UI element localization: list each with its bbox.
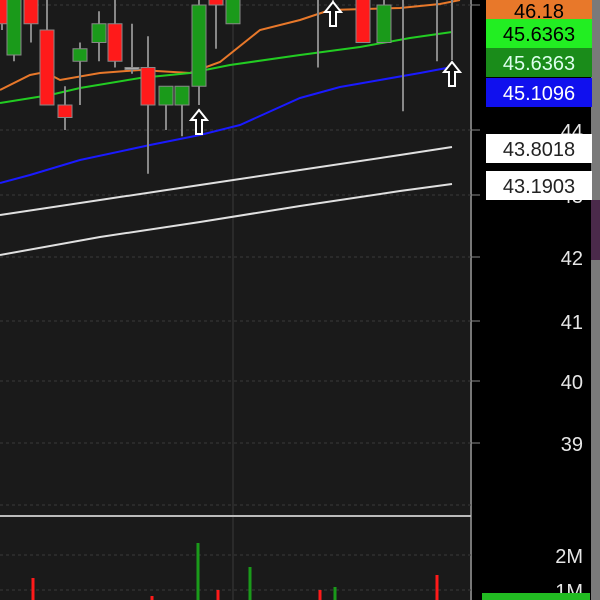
candle-body	[158, 85, 174, 106]
candle-body	[6, 0, 22, 56]
price-label: 45.6363	[503, 53, 575, 75]
candle-body	[191, 4, 207, 87]
price-label: 45.1096	[503, 83, 575, 105]
candle-body	[23, 0, 39, 25]
volume-bar	[31, 578, 35, 600]
candle-body	[376, 4, 392, 43]
candle-body	[124, 67, 140, 70]
candle-body	[91, 23, 107, 43]
scrollbar[interactable]	[591, 0, 600, 600]
candle-body	[140, 67, 156, 106]
candle-body	[39, 29, 55, 106]
y-tick-label: 41	[561, 312, 583, 334]
volume-bar	[435, 575, 439, 600]
y-tick-label: 40	[561, 372, 583, 394]
volume-bar	[150, 596, 154, 600]
stock-chart: 464443424140392M1M 46.1845.636345.636345…	[0, 0, 600, 600]
volume-bar	[196, 543, 200, 600]
candle-body	[225, 0, 241, 25]
volume-bar	[248, 567, 252, 600]
candle-body	[57, 104, 73, 118]
y-tick-label: 42	[561, 248, 583, 270]
candle-body	[72, 48, 88, 62]
volume-bar	[333, 587, 337, 600]
candle-body	[355, 0, 371, 43]
y-tick-label: 39	[561, 434, 583, 456]
volume-bar	[216, 590, 220, 600]
price-label: 43.8018	[503, 139, 575, 161]
scrollbar-marker	[591, 200, 600, 260]
volume-tick-label: 2M	[555, 546, 583, 568]
price-label: 45.6363	[503, 24, 575, 46]
price-label: 43.1903	[503, 176, 575, 198]
volume-bar	[318, 590, 322, 600]
candle-body	[174, 85, 190, 106]
volume-label	[482, 593, 590, 600]
candle-body	[208, 0, 224, 6]
candle-body	[107, 23, 123, 62]
